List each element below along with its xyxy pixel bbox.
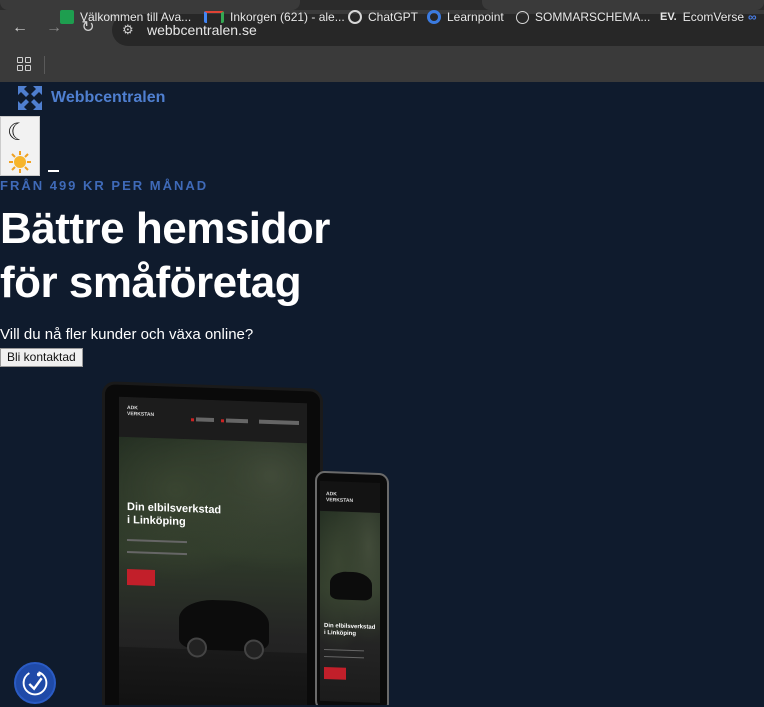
mockup-hero: Din elbilsverkstad i Linköping bbox=[320, 510, 380, 703]
bookmark-chatgpt[interactable]: ChatGPT bbox=[348, 9, 418, 25]
back-arrow-icon[interactable]: ← bbox=[10, 18, 30, 38]
hero-headline: Bättre hemsidor för småföretag bbox=[0, 202, 420, 310]
mockup-button bbox=[324, 667, 346, 680]
accessibility-icon bbox=[22, 670, 48, 696]
mockup-title: Din elbilsverkstad i Linköping bbox=[127, 501, 222, 529]
moon-icon: ☾ bbox=[7, 119, 29, 146]
mockup-dot bbox=[221, 419, 224, 423]
sun-icon bbox=[9, 151, 31, 173]
bookmark-label: EcomVerse bbox=[682, 10, 745, 24]
bookmark-sommarschema[interactable]: SOMMARSCHEMA... bbox=[516, 9, 650, 25]
bookmarks-bar bbox=[0, 48, 764, 82]
bookmark-label: Välkommen till Ava... bbox=[80, 10, 192, 24]
bookmark-sheets[interactable]: Välkommen till Ava... bbox=[60, 9, 191, 25]
mockup-hero: Din elbilsverkstad i Linköping bbox=[119, 436, 307, 705]
logo-arrows-icon bbox=[18, 86, 42, 110]
gmail-icon bbox=[204, 11, 224, 23]
phone-mockup: ADK VERKSTAN Din elbilsverkstad i Linköpin… bbox=[315, 470, 389, 705]
hero-subheading: Vill du nå fler kunder och växa online? bbox=[0, 326, 254, 343]
mockup-text bbox=[127, 539, 187, 556]
mockup-header: ADK VERKSTAN bbox=[119, 396, 307, 444]
phone-screen: ADK VERKSTAN Din elbilsverkstad i Linköpin… bbox=[320, 480, 380, 703]
price-eyebrow: FRÅN 499 KR PER MÅNAD bbox=[0, 178, 209, 193]
check-circle-icon bbox=[516, 10, 529, 24]
bookmark-separator bbox=[44, 56, 45, 74]
contact-button[interactable]: Bli kontaktad bbox=[0, 348, 83, 367]
tablet-mockup: ADK VERKSTAN Din elbilsverkstad i Linköpin… bbox=[105, 384, 320, 705]
headline-line: för småföretag bbox=[0, 258, 302, 307]
headline-line: Bättre hemsidor bbox=[0, 204, 330, 253]
mockup-logo: ADK VERKSTAN bbox=[127, 405, 155, 418]
mockup-button bbox=[127, 569, 155, 586]
mockup-title: Din elbilsverkstad i Linköping bbox=[324, 623, 376, 638]
mockup-dot bbox=[191, 418, 194, 422]
brand-name: Webbcentralen bbox=[51, 89, 166, 106]
meta-icon[interactable]: ∞ bbox=[748, 9, 757, 25]
learnpoint-icon bbox=[427, 10, 441, 24]
theme-toggle-button[interactable]: ☾ bbox=[0, 116, 40, 176]
bookmark-ecomverse[interactable]: EV. EcomVerse bbox=[660, 9, 744, 25]
bookmark-label: Learnpoint bbox=[447, 10, 504, 24]
bookmark-gmail[interactable]: Inkorgen (621) - ale... bbox=[204, 9, 345, 25]
mockup-text bbox=[324, 649, 364, 659]
page-viewport: Webbcentralen ☾ FRÅN 499 KR PER MÅNAD Bä… bbox=[0, 82, 764, 705]
mockup-nav bbox=[259, 419, 299, 426]
ev-icon: EV. bbox=[660, 11, 677, 23]
tablet-screen: ADK VERKSTAN Din elbilsverkstad i Linköpin… bbox=[119, 396, 307, 705]
bookmark-label: Inkorgen (621) - ale... bbox=[230, 10, 345, 24]
site-logo[interactable]: Webbcentralen bbox=[16, 84, 165, 112]
bookmark-label: SOMMARSCHEMA... bbox=[535, 10, 651, 24]
car-image bbox=[330, 571, 372, 601]
chatgpt-icon bbox=[348, 10, 362, 24]
mockup-nav bbox=[226, 418, 248, 424]
menu-dash bbox=[48, 170, 59, 172]
mockup-nav bbox=[196, 417, 214, 423]
sheets-icon bbox=[60, 10, 74, 24]
accessibility-button[interactable] bbox=[14, 662, 56, 704]
bookmark-learnpoint[interactable]: Learnpoint bbox=[427, 9, 504, 25]
mockup-logo: ADK VERKSTAN bbox=[326, 491, 354, 505]
bookmark-label: ChatGPT bbox=[368, 10, 419, 24]
apps-grid-icon[interactable] bbox=[17, 57, 31, 71]
